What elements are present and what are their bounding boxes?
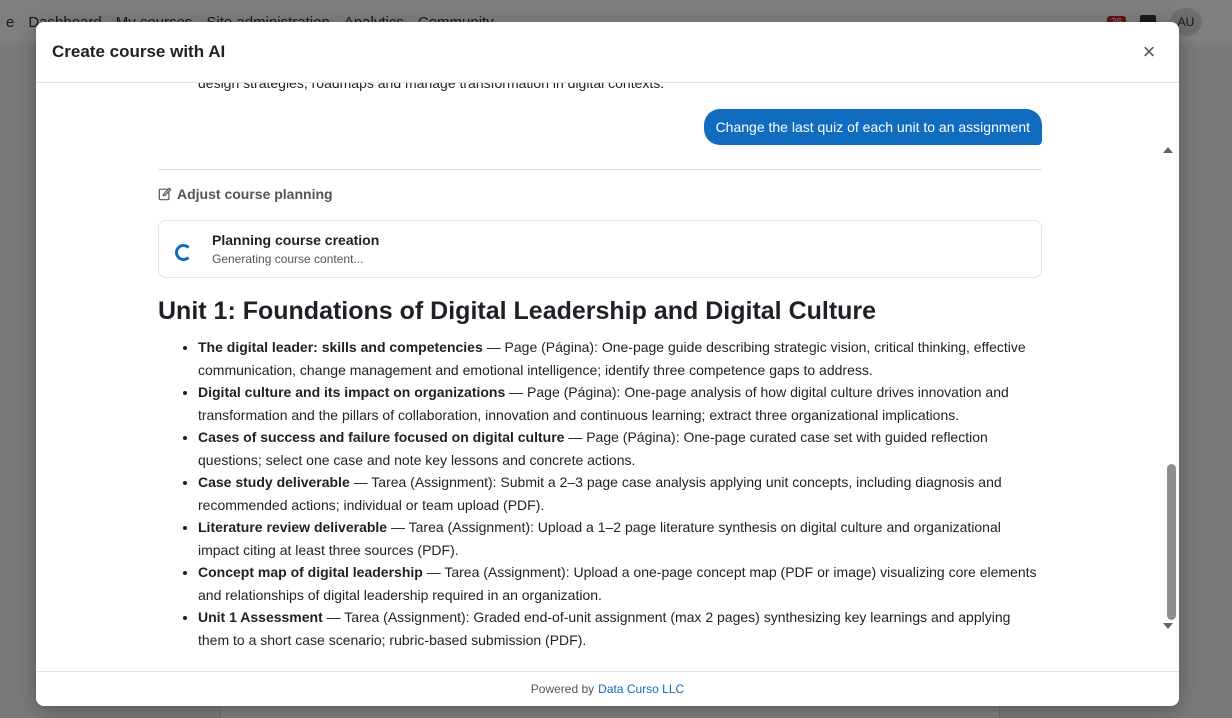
user-message-bubble: Change the last quiz of each unit to an … [703, 109, 1042, 145]
list-item: Cases of success and failure focused on … [198, 426, 1042, 471]
adjust-course-planning-link[interactable]: Adjust course planning [158, 186, 1042, 202]
footer-prefix: Powered by [530, 682, 595, 696]
create-course-modal: Create course with AI × design strategie… [36, 22, 1179, 706]
user-message-row: Change the last quiz of each unit to an … [158, 109, 1042, 145]
activity-name: Case study deliverable [198, 474, 350, 490]
planning-status-card: Planning course creation Generating cour… [158, 220, 1042, 278]
chat-content: design strategies, roadmaps and manage t… [158, 83, 1042, 651]
activity-name: The digital leader: skills and competenc… [198, 339, 483, 355]
scrollbar-thumb[interactable] [1167, 464, 1176, 620]
adjust-course-planning-label: Adjust course planning [177, 186, 333, 202]
data-curso-link[interactable]: Data Curso LLC [598, 682, 684, 696]
list-item: The digital leader: skills and competenc… [198, 336, 1042, 381]
activity-name: Digital culture and its impact on organi… [198, 384, 506, 400]
edit-icon [158, 187, 172, 201]
divider [158, 169, 1042, 170]
close-button[interactable]: × [1139, 40, 1159, 64]
activity-name: Literature review deliverable [198, 519, 388, 535]
modal-title: Create course with AI [52, 42, 226, 61]
list-item: Digital culture and its impact on organi… [198, 381, 1042, 426]
planning-title: Planning course creation [212, 232, 380, 248]
list-item: Literature review deliverable — Tarea (A… [198, 516, 1042, 561]
list-item: Case study deliverable — Tarea (Assignme… [198, 471, 1042, 516]
list-item: Unit 1 Assessment — Tarea (Assignment): … [198, 606, 1042, 651]
loading-spinner-icon [175, 243, 192, 261]
modal-body: design strategies, roadmaps and manage t… [36, 83, 1179, 671]
scroll-up-arrow-icon[interactable] [1163, 147, 1173, 153]
modal-footer: Powered by Data Curso LLC [36, 671, 1179, 706]
unit-activity-list: The digital leader: skills and competenc… [158, 336, 1042, 651]
activity-name: Unit 1 Assessment [198, 609, 323, 625]
previous-message-text: design strategies, roadmaps and manage t… [198, 83, 665, 91]
modal-header: Create course with AI × [36, 22, 1179, 83]
planning-subtitle: Generating course content... [212, 252, 364, 266]
activity-name: Cases of success and failure focused on … [198, 429, 565, 445]
list-item: Concept map of digital leadership — Tare… [198, 561, 1042, 606]
planning-text: Planning course creation Generating cour… [212, 231, 379, 267]
activity-name: Concept map of digital leadership [198, 564, 423, 580]
scroll-down-arrow-icon[interactable] [1163, 623, 1173, 629]
unit-title: Unit 1: Foundations of Digital Leadershi… [158, 297, 877, 325]
